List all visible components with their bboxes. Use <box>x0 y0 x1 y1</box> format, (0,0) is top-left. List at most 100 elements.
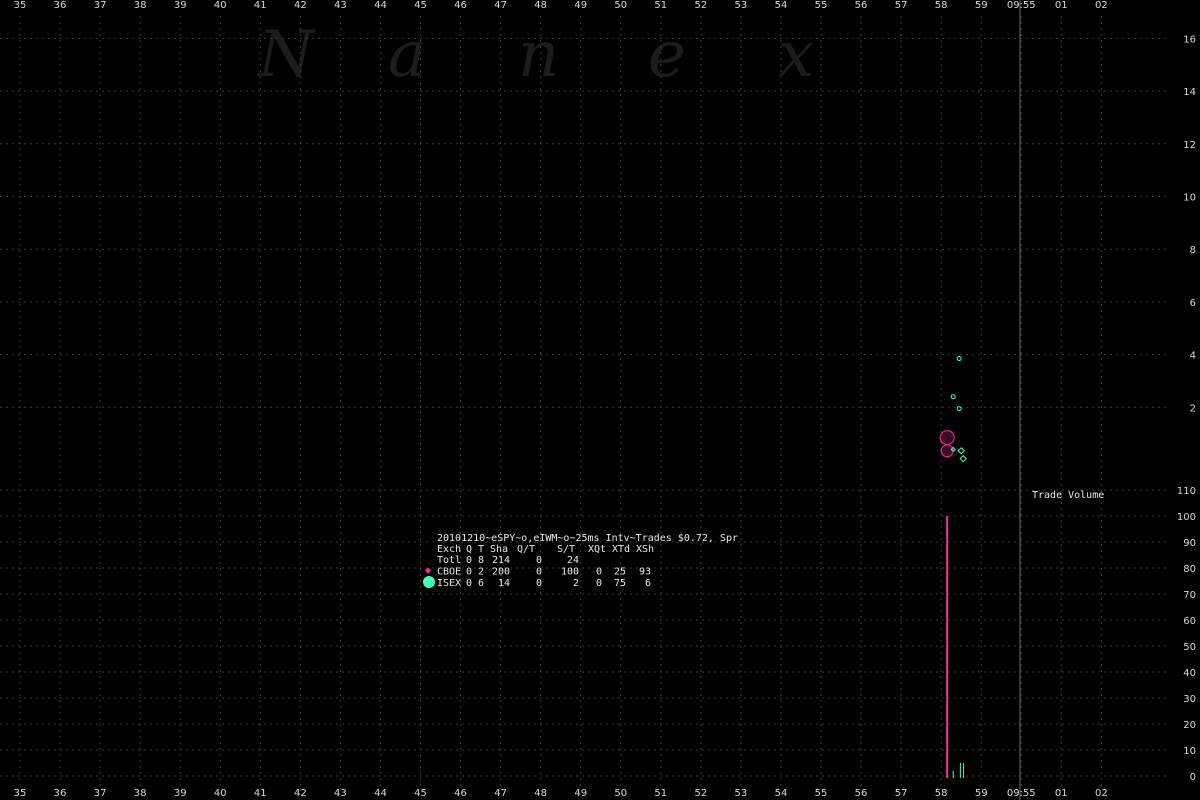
legend-row-cell: 214 <box>492 555 510 566</box>
watermark-letter: e <box>648 18 686 92</box>
chart-title: 20101210~eSPY~o,eIWM~o~25ms Intv~Trades … <box>437 533 738 544</box>
x-tick-label: 49 <box>574 788 587 799</box>
grid-lines <box>0 16 1170 786</box>
x-tick-label: 46 <box>454 0 467 11</box>
x-tick-label: 54 <box>775 788 788 799</box>
y-tick-label: 80 <box>1183 564 1196 575</box>
y-tick-label: 100 <box>1177 512 1196 523</box>
y-tick-label: 30 <box>1183 694 1196 705</box>
isex-marker-icon <box>423 576 435 588</box>
legend-row-cell: 24 <box>567 555 579 566</box>
legend-row-cell: 200 <box>492 567 510 578</box>
y-tick-label: 70 <box>1183 590 1196 601</box>
legend-header-cell: XSh <box>636 544 654 555</box>
x-tick-label: 35 <box>14 0 27 11</box>
x-tick-labels-bottom: 35 36 37 38 39 40 41 42 43 44 45 46 47 48 49 50 51 52 53 54… <box>14 788 1108 799</box>
y-tick-labels-top: 18161412108642 <box>1183 34 1196 414</box>
y-tick-label: 40 <box>1183 668 1196 679</box>
trade-point-circle <box>939 430 955 446</box>
x-tick-label: 36 <box>54 788 67 799</box>
x-tick-label: 53 <box>735 0 748 11</box>
y-tick-label: 12 <box>1183 140 1196 151</box>
x-tick-label: 54 <box>775 0 788 11</box>
x-tick-label: 02 <box>1095 788 1108 799</box>
y-tick-label: 10 <box>1183 746 1196 757</box>
x-tick-label: 56 <box>855 788 868 799</box>
trade-volume-label: Trade Volume <box>1032 490 1104 501</box>
x-tick-label: 39 <box>174 788 187 799</box>
y-tick-label: 60 <box>1183 616 1196 627</box>
legend-row-cell: 0 <box>536 567 542 578</box>
x-tick-label: 42 <box>294 0 307 11</box>
x-tick-label: 45 <box>414 0 427 11</box>
volume-bars <box>946 516 965 778</box>
y-tick-label: 8 <box>1190 245 1196 256</box>
x-tick-label: 41 <box>254 0 267 11</box>
x-tick-label: 51 <box>654 788 667 799</box>
legend-row-cell: 0 <box>596 567 602 578</box>
x-tick-label: 40 <box>214 788 227 799</box>
x-tick-label: 38 <box>134 788 147 799</box>
legend-header-cell: S/T <box>557 544 575 555</box>
x-tick-label: 38 <box>134 0 147 11</box>
x-tick-label: 47 <box>494 0 507 11</box>
x-tick-label: 49 <box>574 0 587 11</box>
x-tick-label: 53 <box>735 788 748 799</box>
legend-row-cell: ISEX <box>437 578 461 589</box>
legend-header-cell: XQt <box>588 544 606 555</box>
x-tick-label: 44 <box>374 788 387 799</box>
x-tick-label: 42 <box>294 788 307 799</box>
trade-point-circle <box>940 444 954 458</box>
y-tick-label: 10 <box>1183 193 1196 204</box>
legend-header-cell: Q/T <box>517 544 535 555</box>
legend-row-cell: 93 <box>639 567 651 578</box>
x-tick-label: 36 <box>54 0 67 11</box>
x-tick-label: 57 <box>895 788 908 799</box>
y-tick-label: 4 <box>1190 351 1196 362</box>
x-tick-label: 45 <box>414 788 427 799</box>
legend-header-cell: Sha <box>490 544 508 555</box>
x-tick-label: 35 <box>14 788 27 799</box>
x-tick-label: 37 <box>94 788 107 799</box>
x-tick-label: 59 <box>975 0 988 11</box>
legend-row-cell: 14 <box>498 578 510 589</box>
x-tick-label: 01 <box>1055 788 1068 799</box>
x-tick-label: 50 <box>614 0 627 11</box>
x-tick-label: 57 <box>895 0 908 11</box>
x-tick-label: 47 <box>494 788 507 799</box>
x-tick-label: 40 <box>214 0 227 11</box>
legend-row-cell: 100 <box>561 567 579 578</box>
x-tick-label: 39 <box>174 0 187 11</box>
trade-points <box>939 356 967 463</box>
legend-row-cell: Totl <box>437 555 461 566</box>
x-tick-label: 50 <box>614 788 627 799</box>
x-tick-label: 41 <box>254 788 267 799</box>
legend-row-cell: 8 <box>478 555 484 566</box>
x-tick-labels-top: 35 36 37 38 39 40 41 42 43 44 45 46 47 48 49 50 51 52 53 54… <box>14 0 1108 11</box>
x-tick-label: 56 <box>855 0 868 11</box>
y-tick-label: 2 <box>1190 403 1196 414</box>
x-tick-label: 51 <box>654 0 667 11</box>
legend-row-cell: CBOE <box>437 567 461 578</box>
legend-row-cell: 2 <box>573 578 579 589</box>
x-tick-label: 52 <box>694 788 707 799</box>
legend-row-cell: 0 <box>466 555 472 566</box>
legend-row-cell: 0 <box>466 578 472 589</box>
x-tick-label: 59 <box>975 788 988 799</box>
legend-header-cell: Exch <box>437 544 461 555</box>
legend-row-cell: 0 <box>536 555 542 566</box>
chart-canvas: Nanex 35 36 37 38 39 40 41 42 43 44 45 46 47 48 49 50 51… <box>0 0 1196 800</box>
trade-point-diamond <box>957 447 965 455</box>
cboe-marker-icon <box>425 567 431 574</box>
y-tick-label: 50 <box>1183 642 1196 653</box>
x-tick-label: 48 <box>534 0 547 11</box>
legend-row-cell: 25 <box>614 567 626 578</box>
x-tick-label: 43 <box>334 788 347 799</box>
x-tick-label: 48 <box>534 788 547 799</box>
x-tick-label: 58 <box>935 0 948 11</box>
y-tick-label: 6 <box>1190 298 1196 309</box>
x-tick-label: 55 <box>815 788 828 799</box>
legend-header-cell: T <box>478 544 484 555</box>
x-tick-label: 52 <box>694 0 707 11</box>
trade-point-circle <box>956 406 962 412</box>
